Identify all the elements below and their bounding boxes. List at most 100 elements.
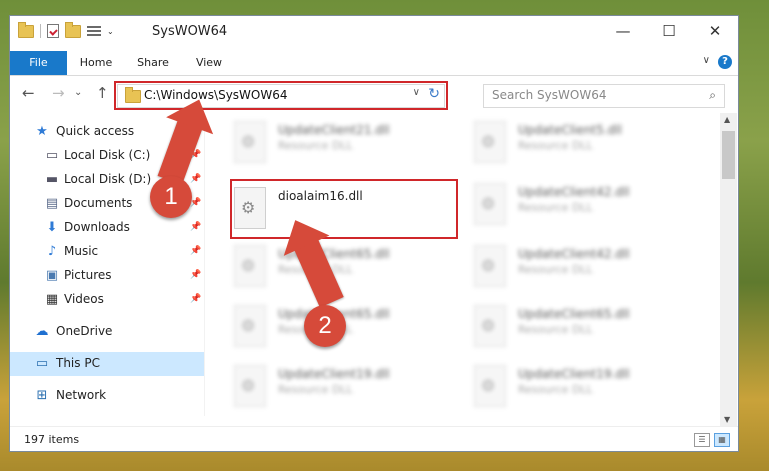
tiles-view-button[interactable]: ▦ (714, 433, 730, 447)
file-name: UpdateClient42.dll (518, 247, 630, 261)
address-highlight-box (114, 81, 448, 110)
sidebar-item-music[interactable]: ♪ Music 📌 (10, 240, 204, 264)
pin-icon: 📌 (190, 294, 202, 304)
tab-view[interactable]: View (188, 51, 230, 75)
file-type: Resource DLL (278, 383, 353, 396)
sidebar-item-label: Local Disk (C:) (64, 148, 151, 162)
view-options-icon[interactable] (87, 25, 101, 37)
dll-file-icon (474, 305, 506, 347)
sidebar-item-label: Music (64, 244, 99, 258)
dll-file-icon (474, 245, 506, 287)
scrollbar-thumb[interactable] (722, 131, 735, 179)
forward-button[interactable]: → (52, 84, 65, 102)
quick-access-toolbar: ⌄ (18, 21, 114, 38)
pictures-icon: ▣ (45, 268, 59, 283)
drive-icon: ▬ (45, 172, 59, 187)
recent-locations-button[interactable]: ⌄ (74, 87, 82, 98)
cloud-icon: ☁ (35, 324, 49, 339)
maximize-button[interactable]: ☐ (646, 16, 692, 46)
sidebar-item-label: This PC (56, 356, 100, 370)
file-name: UpdateClient42.dll (518, 185, 630, 199)
sidebar-item-label: OneDrive (56, 324, 113, 338)
minimize-button[interactable]: — (600, 16, 646, 46)
download-icon: ⬇ (46, 220, 58, 235)
step-marker-1: 1 (150, 176, 192, 218)
file-type: Resource DLL (518, 383, 593, 396)
sidebar-item-downloads[interactable]: ⬇ Downloads 📌 (10, 216, 204, 240)
file-item[interactable]: UpdateClient65.dllResource DLL (230, 301, 466, 353)
sidebar-item-pictures[interactable]: ▣ Pictures 📌 (10, 264, 204, 288)
sidebar-item-videos[interactable]: ▦ Videos 📌 (10, 288, 204, 312)
sidebar-item-label: Downloads (64, 220, 130, 234)
file-list: UpdateClient21.dllResource DLL dioalaim1… (214, 111, 720, 416)
file-item[interactable]: UpdateClient19.dll Resource DLL (470, 361, 706, 413)
sidebar-item-label: Pictures (64, 268, 112, 282)
status-bar: 197 items ☰ ▦ (10, 426, 738, 451)
sidebar-item-this-pc[interactable]: ▭ This PC (10, 352, 204, 376)
file-type: Resource DLL (278, 139, 353, 152)
sidebar-item-label: Network (56, 388, 107, 402)
scroll-up-icon[interactable]: ▲ (724, 115, 730, 124)
dll-file-icon (234, 305, 266, 347)
sidebar-item-network[interactable]: ⊞ Network (10, 384, 204, 408)
pin-icon: 📌 (190, 270, 202, 280)
search-icon[interactable]: ⌕ (709, 88, 716, 103)
window-title: SysWOW64 (152, 24, 228, 39)
star-icon: ★ (36, 124, 48, 139)
navigation-bar: ← → ⌄ ↑ C:\Windows\SysWOW64 ∨ ↻ Search S… (10, 80, 738, 110)
step-marker-2: 2 (304, 305, 346, 347)
file-item[interactable]: UpdateClient42.dll Resource DLL (470, 179, 706, 231)
file-type: Resource DLL (518, 139, 593, 152)
sidebar-item-label: Videos (64, 292, 104, 306)
file-name: UpdateClient5.dll (518, 123, 622, 137)
computer-icon: ▭ (35, 356, 49, 371)
new-folder-icon[interactable] (65, 21, 81, 38)
videos-icon: ▦ (45, 292, 59, 307)
back-button[interactable]: ← (22, 84, 35, 102)
sidebar-item-label: Quick access (56, 124, 135, 138)
sidebar-item-onedrive[interactable]: ☁ OneDrive (10, 320, 204, 344)
scroll-down-icon[interactable]: ▼ (724, 415, 730, 424)
pin-icon: 📌 (190, 174, 202, 184)
folder-icon (18, 21, 34, 38)
file-name: UpdateClient65.dll (518, 307, 630, 321)
dll-file-icon (234, 365, 266, 407)
pane-divider (204, 116, 205, 416)
toolbar-divider (40, 24, 41, 38)
up-button[interactable]: ↑ (96, 84, 109, 102)
sidebar-item-label: Local Disk (D:) (64, 172, 152, 186)
file-name: UpdateClient19.dll (278, 367, 390, 381)
customize-toolbar-icon[interactable]: ⌄ (107, 27, 114, 36)
drive-icon: ▭ (45, 148, 59, 163)
file-item[interactable]: UpdateClient5.dll Resource DLL (470, 117, 706, 169)
search-input[interactable]: Search SysWOW64 (492, 88, 606, 102)
tab-file[interactable]: File (10, 51, 67, 75)
properties-icon[interactable] (47, 24, 59, 38)
pin-icon: 📌 (190, 222, 202, 232)
tab-home[interactable]: Home (74, 51, 118, 75)
dll-file-icon (234, 121, 266, 163)
file-type: Resource DLL (518, 263, 593, 276)
vertical-scrollbar[interactable]: ▲ ▼ (720, 113, 737, 426)
dll-file-icon (474, 365, 506, 407)
file-item[interactable]: UpdateClient65.dllResource DLL (230, 241, 466, 293)
search-box[interactable]: Search SysWOW64 ⌕ (483, 84, 725, 108)
file-item[interactable]: UpdateClient21.dll Resource DLL (230, 117, 466, 169)
file-item[interactable]: UpdateClient19.dll Resource DLL (230, 361, 466, 413)
expand-ribbon-icon[interactable]: ∨ (703, 55, 710, 66)
tab-share[interactable]: Share (130, 51, 176, 75)
close-button[interactable]: ✕ (692, 16, 738, 46)
sidebar-item-label: Documents (64, 196, 133, 210)
network-icon: ⊞ (36, 388, 48, 403)
explorer-window: ⌄ SysWOW64 — ☐ ✕ File Home Share View ∨ … (10, 16, 738, 451)
dll-file-icon (474, 183, 506, 225)
help-icon[interactable]: ? (718, 55, 732, 69)
ribbon: File Home Share View ∨ ? (10, 51, 738, 76)
file-item[interactable]: UpdateClient42.dll Resource DLL (470, 241, 706, 293)
details-view-button[interactable]: ☰ (694, 433, 710, 447)
file-item[interactable]: UpdateClient65.dllResource DLL (470, 301, 706, 353)
music-icon: ♪ (47, 244, 57, 259)
file-type: Resource DLL (518, 201, 593, 214)
title-bar: ⌄ SysWOW64 — ☐ ✕ (10, 16, 738, 46)
documents-icon: ▤ (45, 196, 59, 211)
